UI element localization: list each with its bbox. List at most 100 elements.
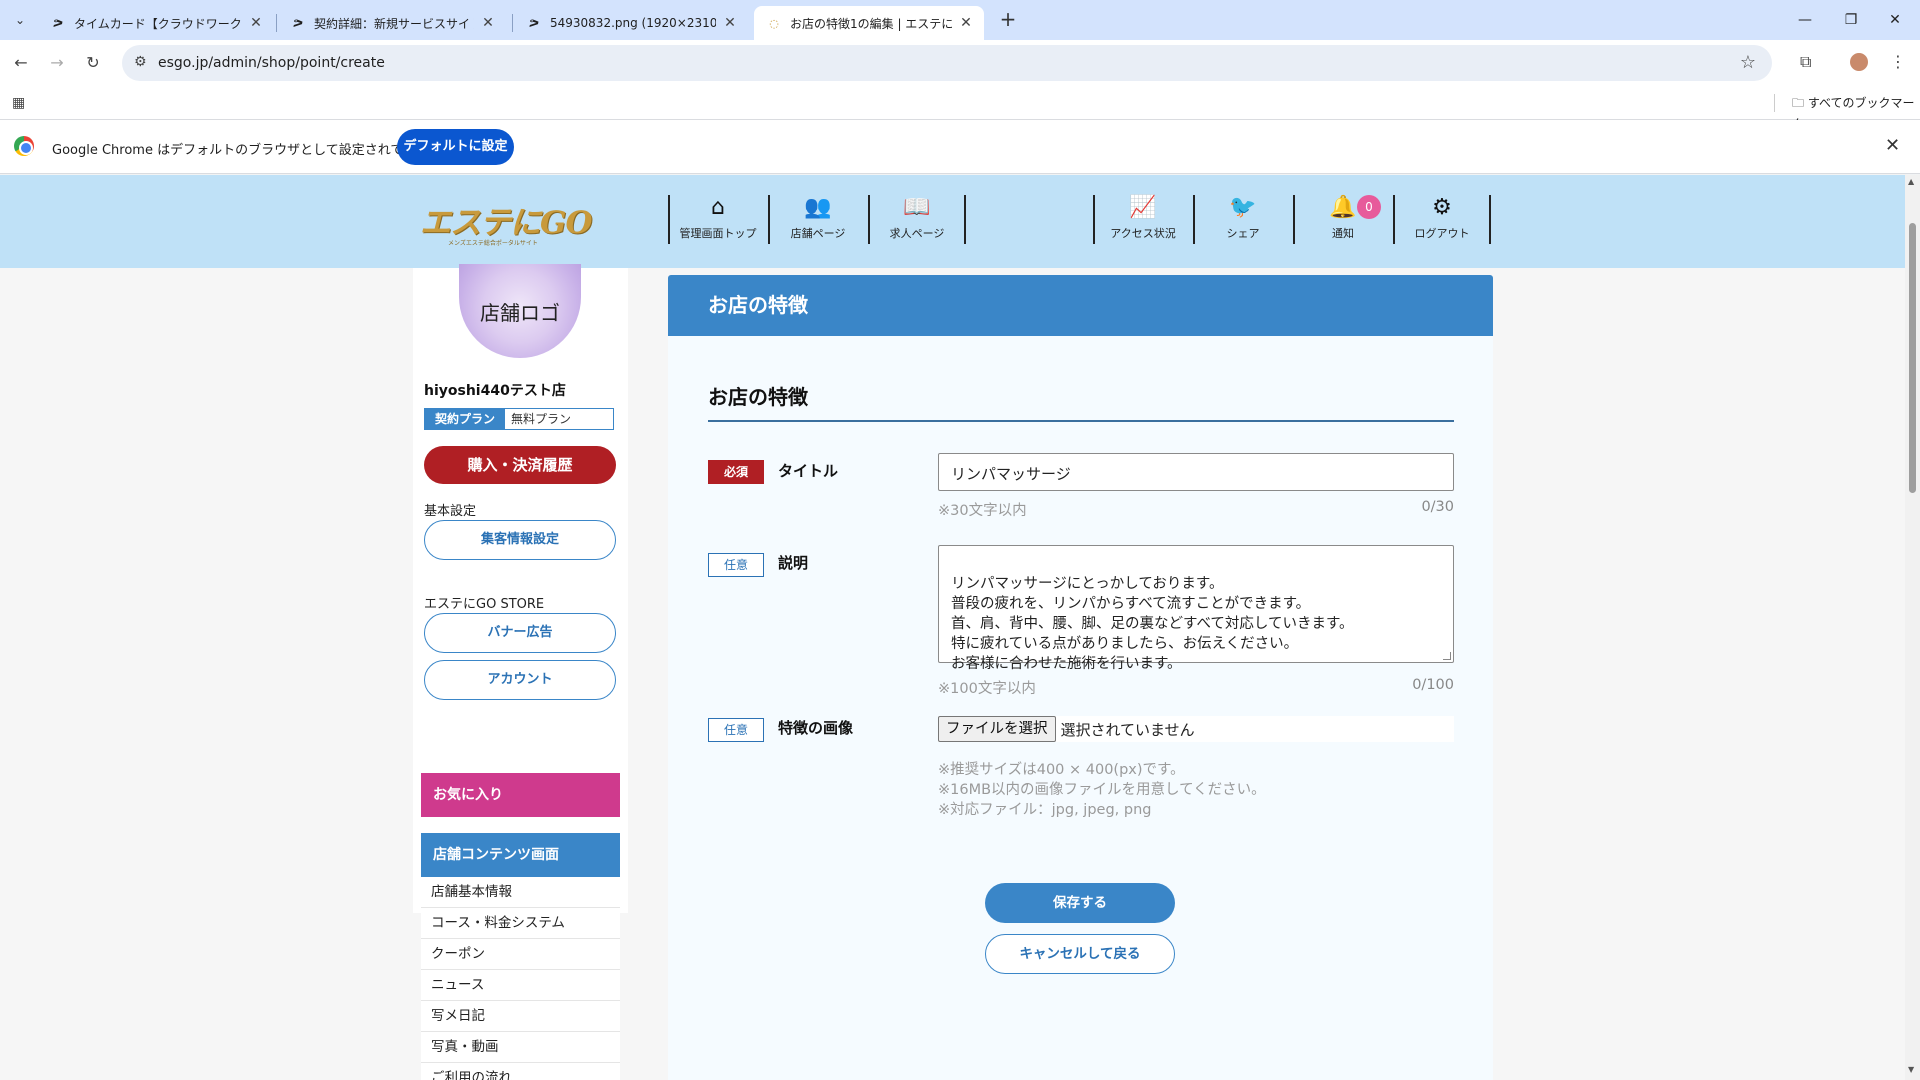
bookmarks-bar: ▦ 🗀 すべてのブックマーク	[0, 86, 1920, 131]
image-notes: ※推奨サイズは400 × 400(px)です。 ※16MB以内の画像ファイルを用…	[938, 762, 1266, 818]
description-char-count: 0/100	[1412, 677, 1454, 693]
back-icon[interactable]: ←	[8, 50, 34, 76]
scroll-up-icon[interactable]: ▲	[1908, 177, 1914, 186]
section-title: お店の特徴	[708, 385, 808, 409]
menu-item-course[interactable]: コース・料金システム	[421, 908, 620, 939]
crowdworks-icon: ᕗ	[52, 16, 64, 30]
menu-dots-icon[interactable]: ⋮	[1890, 52, 1906, 71]
users-icon: 👥	[804, 195, 832, 220]
close-tab-icon[interactable]: ✕	[248, 15, 264, 31]
cancel-button[interactable]: キャンセルして戻る	[985, 934, 1175, 974]
title-char-count: 0/30	[1421, 499, 1454, 515]
purchase-history-button[interactable]: 購入・決済履歴	[424, 446, 616, 484]
tab-timecard[interactable]: ᕗ タイムカード【クラウドワークス】 ✕	[38, 6, 274, 40]
bell-icon: 🔔	[1329, 195, 1357, 220]
description-label: 説明	[778, 554, 809, 572]
page-scrollbar[interactable]: ▲ ▼	[1905, 175, 1920, 1080]
file-status: 選択されていません	[1060, 720, 1195, 739]
page-title: お店の特徴	[668, 275, 1493, 336]
customer-info-button[interactable]: 集客情報設定	[424, 520, 616, 560]
image-file-input: ファイルを選択 選択されていません	[938, 716, 1454, 742]
title-input[interactable]: リンパマッサージ	[938, 453, 1454, 491]
title-label: タイトル	[778, 462, 839, 480]
banner-ad-button[interactable]: バナー広告	[424, 613, 616, 653]
tab-image[interactable]: ᕗ 54930832.png (1920×2310) ✕	[514, 6, 748, 40]
shop-contents-menu: 店舗基本情報 コース・料金システム クーポン ニュース 写メ日記 写真・動画 ご…	[421, 877, 620, 1080]
save-button[interactable]: 保存する	[985, 883, 1175, 923]
book-icon: 📖	[903, 195, 931, 220]
loading-icon: ◌	[769, 16, 779, 30]
chrome-logo-icon	[14, 136, 34, 156]
tab-contract[interactable]: ᕗ 契約詳細：新規サービスサイトのテ ✕	[278, 6, 506, 40]
favorites-link[interactable]: お気に入り	[421, 773, 620, 817]
resize-handle-icon[interactable]	[1443, 652, 1451, 660]
notification-count-badge: 0	[1357, 195, 1381, 219]
menu-item-photo-diary[interactable]: 写メ日記	[421, 1001, 620, 1032]
default-browser-infobar: Google Chrome はデフォルトのブラウザとして設定されていません デフ…	[0, 120, 1920, 174]
reload-icon[interactable]: ↻	[80, 50, 106, 76]
crowdworks-icon: ᕗ	[528, 16, 540, 30]
page-viewport: エステにGO メンズエステ総合ポータルサイト ⌂ 管理画面トップ 👥 店舗ページ…	[0, 175, 1905, 1080]
tab-search-icon[interactable]: ⌄	[8, 8, 32, 32]
account-button[interactable]: アカウント	[424, 660, 616, 700]
choose-file-button[interactable]: ファイルを選択	[938, 716, 1056, 742]
image-label: 特徴の画像	[778, 719, 854, 737]
description-hint: ※100文字以内	[938, 681, 1036, 697]
feature-form: お店の特徴 必須 タイトル リンパマッサージ ※30文字以内 0/30 任意 説…	[668, 336, 1493, 1080]
menu-item-coupon[interactable]: クーポン	[421, 939, 620, 970]
shop-logo-placeholder: 店舗ロゴ	[459, 264, 581, 358]
nav-admin-top[interactable]: ⌂ 管理画面トップ	[668, 195, 766, 244]
apps-grid-icon[interactable]: ▦	[12, 95, 25, 111]
restore-icon[interactable]: ❐	[1828, 6, 1874, 34]
forward-icon[interactable]: →	[44, 50, 70, 76]
close-tab-icon[interactable]: ✕	[958, 15, 974, 31]
twitter-icon: 🐦	[1229, 195, 1257, 220]
shop-name: hiyoshi440テスト店	[424, 383, 566, 399]
menu-item-photo-video[interactable]: 写真・動画	[421, 1032, 620, 1063]
site-info-icon[interactable]: ⚙	[134, 54, 147, 70]
new-tab-icon[interactable]: +	[996, 8, 1020, 32]
set-default-button[interactable]: デフォルトに設定	[397, 129, 514, 165]
chart-icon: 📈	[1129, 195, 1157, 220]
close-tab-icon[interactable]: ✕	[722, 15, 738, 31]
section-divider	[708, 420, 1454, 422]
close-tab-icon[interactable]: ✕	[480, 15, 496, 31]
site-logo[interactable]: エステにGO メンズエステ総合ポータルサイト	[420, 197, 600, 247]
gear-icon: ⚙	[1432, 195, 1452, 220]
description-textarea[interactable]: リンパマッサージにとっかしております。 普段の疲れを、リンパからすべて流すことが…	[938, 545, 1454, 672]
nav-shop-page[interactable]: 👥 店舗ページ	[768, 195, 866, 244]
menu-item-news[interactable]: ニュース	[421, 970, 620, 1001]
address-bar[interactable]: ⚙ esgo.jp/admin/shop/point/create ☆	[122, 45, 1772, 81]
close-window-icon[interactable]: ✕	[1872, 6, 1918, 34]
profile-avatar[interactable]	[1848, 51, 1870, 73]
title-hint: ※30文字以内	[938, 503, 1027, 519]
tab-strip: ⌄ ᕗ タイムカード【クラウドワークス】 ✕ ᕗ 契約詳細：新規サービスサイトの…	[0, 0, 1920, 40]
nav-share[interactable]: 🐦 シェア	[1193, 195, 1291, 244]
crowdworks-icon: ᕗ	[292, 16, 304, 30]
optional-badge: 任意	[708, 553, 764, 577]
tab-active-esgo[interactable]: ◌ お店の特徴1の編集 | エステにGO ✕	[754, 6, 984, 40]
shop-contents-heading: 店舗コンテンツ画面	[421, 833, 620, 877]
scroll-thumb[interactable]	[1909, 223, 1916, 493]
browser-toolbar: ← → ↻ ⚙ esgo.jp/admin/shop/point/create …	[0, 40, 1920, 86]
nav-logout[interactable]: ⚙ ログアウト	[1393, 195, 1491, 244]
extensions-icon[interactable]: ⧉	[1800, 52, 1811, 72]
bookmark-star-icon[interactable]: ☆	[1740, 52, 1756, 73]
url-text[interactable]: esgo.jp/admin/shop/point/create	[158, 55, 385, 71]
required-badge: 必須	[708, 460, 764, 484]
home-icon: ⌂	[711, 195, 725, 220]
basic-settings-heading: 基本設定	[424, 504, 477, 519]
optional-badge: 任意	[708, 718, 764, 742]
close-infobar-icon[interactable]: ✕	[1885, 135, 1900, 156]
plan-indicator: 契約プラン 無料プラン	[424, 408, 614, 430]
site-header: エステにGO メンズエステ総合ポータルサイト ⌂ 管理画面トップ 👥 店舗ページ…	[0, 175, 1905, 268]
nav-recruit-page[interactable]: 📖 求人ページ	[868, 195, 966, 244]
store-heading: エステにGO STORE	[424, 597, 545, 612]
nav-access-stats[interactable]: 📈 アクセス状況	[1093, 195, 1191, 244]
menu-item-flow[interactable]: ご利用の流れ	[421, 1063, 620, 1080]
minimize-icon[interactable]: —	[1782, 6, 1828, 34]
nav-notifications[interactable]: 🔔 通知 0	[1293, 195, 1391, 244]
scroll-down-icon[interactable]: ▼	[1908, 1065, 1914, 1074]
infobar-message: Google Chrome はデフォルトのブラウザとして設定されていません	[52, 143, 455, 158]
menu-item-shop-info[interactable]: 店舗基本情報	[421, 877, 620, 908]
